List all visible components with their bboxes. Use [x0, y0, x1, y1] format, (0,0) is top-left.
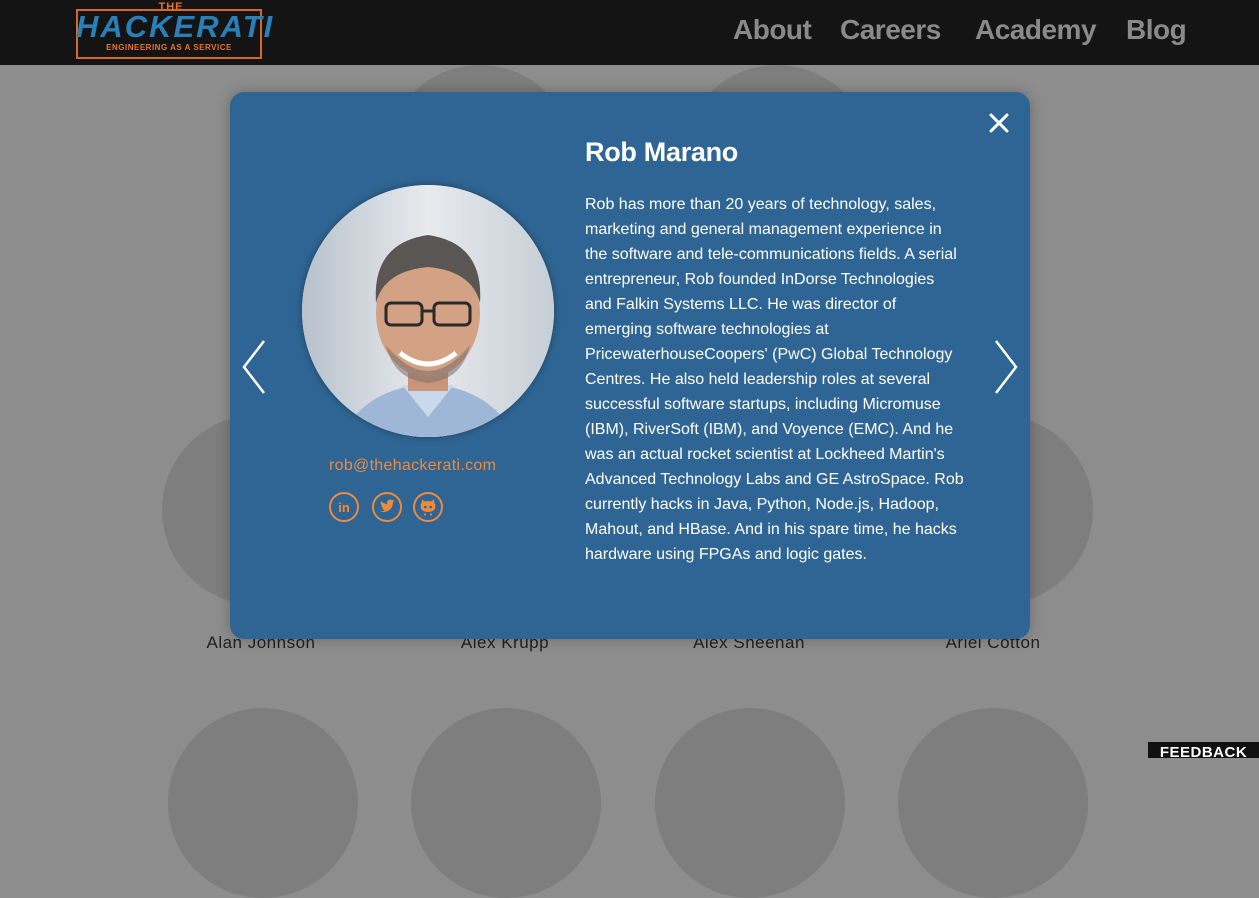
nav-link-about[interactable]: About — [733, 14, 812, 46]
team-member-photo[interactable] — [898, 708, 1088, 898]
twitter-icon[interactable] — [372, 492, 402, 522]
profile-bio: Rob has more than 20 years of technology… — [585, 196, 964, 563]
team-member-photo[interactable] — [168, 708, 358, 898]
nav-link-careers[interactable]: Careers — [840, 14, 941, 46]
github-icon[interactable] — [413, 492, 443, 522]
logo-tagline: ENGINEERING AS A SERVICE — [106, 43, 232, 52]
feedback-button[interactable]: FEEDBACK — [1148, 742, 1259, 758]
profile-modal: rob@thehackerati.com in Rob Marano Rob h… — [230, 92, 1030, 639]
chevron-right-icon[interactable] — [990, 339, 1020, 395]
profile-photo — [302, 185, 554, 437]
chevron-left-icon[interactable] — [240, 339, 270, 395]
nav-link-blog[interactable]: Blog — [1126, 14, 1187, 46]
linkedin-icon[interactable]: in — [329, 492, 359, 522]
nav-link-academy[interactable]: Academy — [975, 14, 1097, 46]
hackerati-logo[interactable]: THE HACKERATI ENGINEERING AS A SERVICE — [76, 1, 275, 61]
team-member-photo[interactable] — [411, 708, 601, 898]
email-link[interactable]: rob@thehackerati.com — [329, 457, 496, 475]
team-member-photo[interactable] — [655, 708, 845, 898]
profile-name: Rob Marano — [585, 137, 739, 167]
logo-main-text: HACKERATI — [76, 9, 275, 44]
svg-text:in: in — [338, 500, 350, 515]
top-navbar: THE HACKERATI ENGINEERING AS A SERVICE A… — [0, 0, 1259, 65]
close-icon[interactable] — [989, 113, 1009, 133]
